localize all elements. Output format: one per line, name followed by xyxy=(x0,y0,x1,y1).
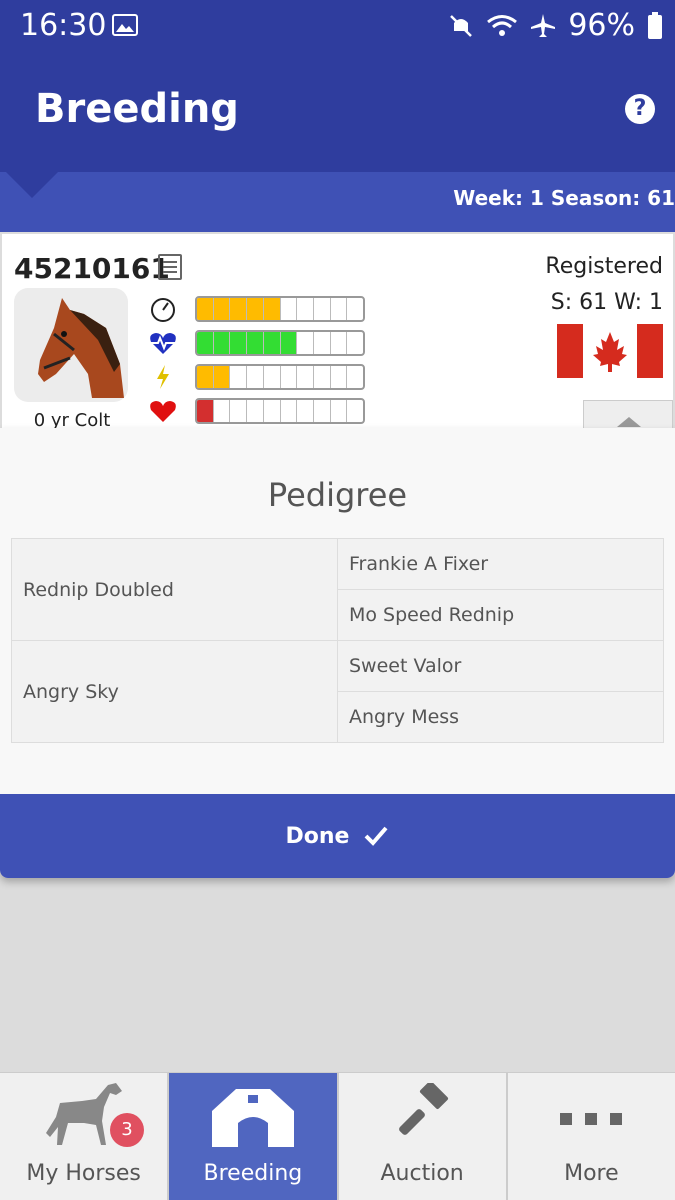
stat-segment xyxy=(230,400,248,422)
stat-segment xyxy=(281,366,298,388)
stat-segment xyxy=(230,298,248,320)
stat-segment xyxy=(197,366,214,388)
nav-breeding[interactable]: Breeding xyxy=(169,1073,339,1200)
registration-status: Registered xyxy=(545,254,663,279)
document-icon[interactable] xyxy=(158,254,182,280)
stat-segment xyxy=(247,332,264,354)
stat-segment xyxy=(314,400,331,422)
stat-segment xyxy=(297,400,314,422)
week-season-text: Week: 1 Season: 61 xyxy=(453,186,675,210)
pedigree-table: Rednip Doubled Frankie A Fixer Mo Speed … xyxy=(11,538,664,743)
stat-segment xyxy=(264,366,281,388)
bottom-nav: 3 My Horses Breeding Auction More xyxy=(0,1072,675,1200)
horse-head-icon xyxy=(38,298,124,398)
speedometer-icon xyxy=(151,298,175,322)
status-bar: 16:30 96% xyxy=(0,0,675,54)
stat-segment xyxy=(247,298,264,320)
stat-segment xyxy=(297,332,314,354)
stat-segment xyxy=(347,400,363,422)
stat-bar-speed xyxy=(195,296,365,322)
stat-segment xyxy=(314,366,331,388)
pedigree-dam-dam: Angry Mess xyxy=(337,691,664,743)
status-indicators: 96% xyxy=(448,8,663,43)
my-horses-badge: 3 xyxy=(110,1113,144,1147)
help-icon[interactable]: ? xyxy=(625,94,655,124)
horse-card[interactable]: 45210161 0 yr Colt Registered S: 61 W: 1 xyxy=(2,234,673,434)
pedigree-dam: Angry Sky xyxy=(11,640,338,743)
stat-bar-stamina xyxy=(195,330,365,356)
stat-segment xyxy=(280,332,298,354)
nav-label-more: More xyxy=(564,1161,619,1186)
pedigree-sire-sire: Frankie A Fixer xyxy=(337,538,664,590)
stat-segment xyxy=(281,298,298,320)
pedigree-dam-sire: Sweet Valor xyxy=(337,640,664,692)
stat-segment xyxy=(264,400,281,422)
more-dots-icon xyxy=(560,1113,623,1125)
horse-avatar xyxy=(14,288,128,402)
status-time: 16:30 xyxy=(20,8,107,43)
stat-segment xyxy=(263,332,281,354)
nav-more[interactable]: More xyxy=(508,1073,675,1200)
stat-segment xyxy=(230,332,248,354)
nav-label-my-horses: My Horses xyxy=(26,1161,141,1186)
wifi-icon xyxy=(487,14,518,36)
gavel-icon xyxy=(399,1083,449,1135)
heartbeat-icon xyxy=(150,333,176,354)
dropdown-notch-icon[interactable] xyxy=(6,172,58,198)
stat-segment xyxy=(331,366,348,388)
stat-bar-health xyxy=(195,398,365,424)
stat-bar-energy xyxy=(195,364,365,390)
stat-segment xyxy=(247,400,264,422)
week-season-bar: Week: 1 Season: 61 xyxy=(0,172,675,232)
stat-segment xyxy=(281,400,298,422)
battery-percent: 96% xyxy=(568,8,635,43)
stat-segment xyxy=(213,332,231,354)
nav-auction[interactable]: Auction xyxy=(339,1073,508,1200)
gallery-icon xyxy=(112,14,138,36)
stat-segment xyxy=(263,298,281,320)
battery-icon xyxy=(648,11,662,39)
pedigree-sire: Rednip Doubled xyxy=(11,538,338,641)
stat-segment xyxy=(197,400,214,422)
stat-segment xyxy=(214,400,231,422)
pedigree-sire-dam: Mo Speed Rednip xyxy=(337,589,664,641)
stat-segment xyxy=(230,366,248,388)
stat-segment xyxy=(314,298,331,320)
stat-segment xyxy=(197,298,214,320)
heart-icon xyxy=(150,401,176,422)
dialog-title: Pedigree xyxy=(267,476,408,514)
registration-season-week: S: 61 W: 1 xyxy=(550,290,663,315)
stat-segment xyxy=(314,332,331,354)
stat-segment xyxy=(331,332,348,354)
page-title: Breeding xyxy=(35,86,239,132)
stat-segment xyxy=(297,366,314,388)
stat-segment xyxy=(347,332,363,354)
barn-icon xyxy=(211,1089,294,1147)
airplane-icon xyxy=(531,13,556,37)
stat-segment xyxy=(247,366,264,388)
stat-segment xyxy=(213,366,231,388)
pedigree-dialog: Pedigree Rednip Doubled Frankie A Fixer … xyxy=(0,428,675,878)
nav-label-breeding: Breeding xyxy=(203,1161,303,1186)
done-button[interactable]: Done xyxy=(0,794,675,878)
stat-segment xyxy=(297,298,314,320)
horse-id: 45210161 xyxy=(14,252,170,285)
nav-label-auction: Auction xyxy=(380,1161,464,1186)
stat-segment xyxy=(347,366,363,388)
stat-segment xyxy=(213,298,231,320)
stat-segment xyxy=(197,332,214,354)
stat-segment xyxy=(331,400,348,422)
canada-flag-icon xyxy=(557,324,663,378)
done-label: Done xyxy=(285,823,350,849)
nav-my-horses[interactable]: 3 My Horses xyxy=(0,1073,170,1200)
app-bar: Breeding ? xyxy=(0,54,675,172)
stat-segment xyxy=(347,298,363,320)
stat-segment xyxy=(331,298,348,320)
checkmark-icon xyxy=(365,826,388,846)
lightning-icon xyxy=(157,365,169,389)
mute-icon xyxy=(450,14,473,37)
